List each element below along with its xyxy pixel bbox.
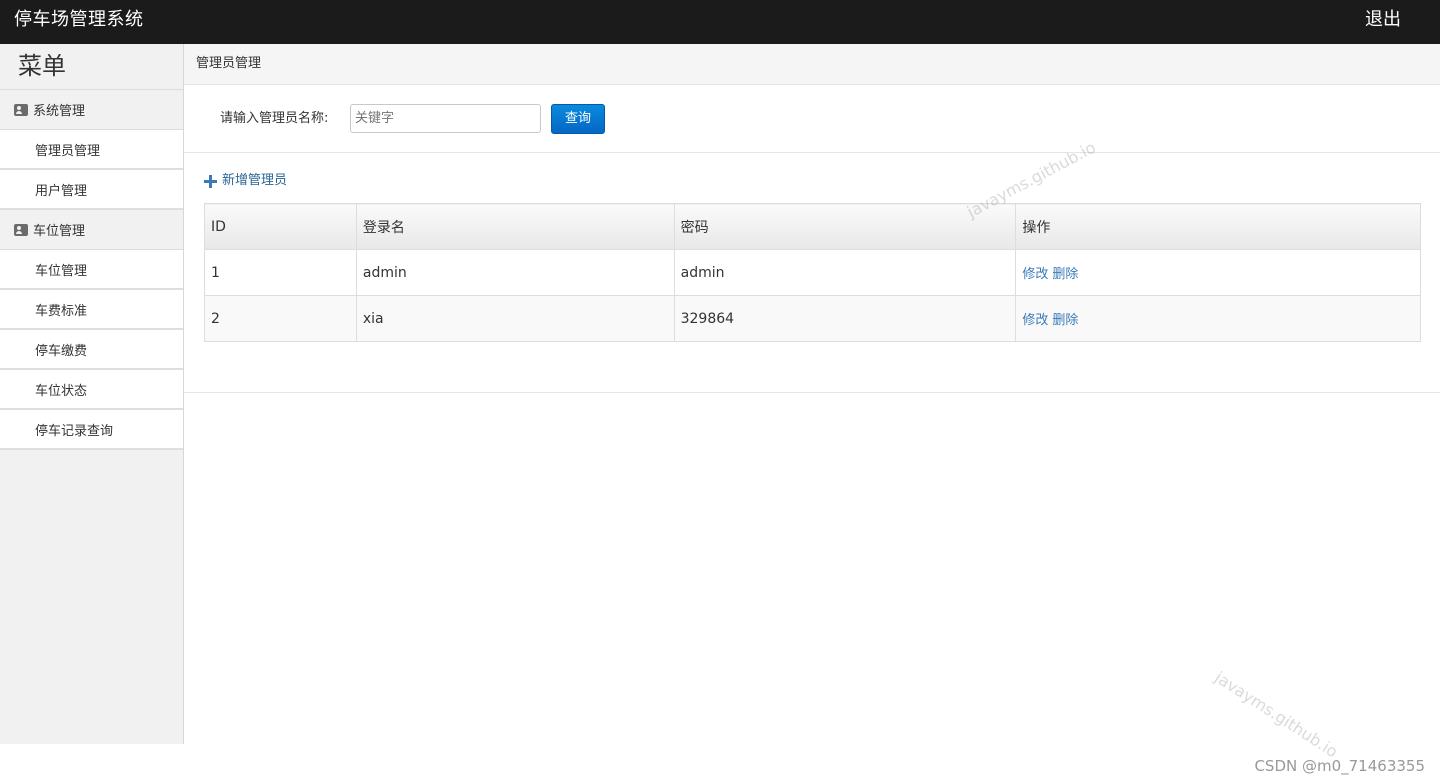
user-card-icon	[14, 103, 28, 116]
sidebar-item-parking-payment[interactable]: 停车缴费	[0, 330, 183, 370]
sidebar-group-label: 车位管理	[33, 224, 86, 239]
sidebar-menu-title: 菜单	[0, 44, 183, 90]
table-header-row: ID 登录名 密码 操作	[204, 203, 1421, 250]
sidebar-item-user-management[interactable]: 用户管理	[0, 170, 183, 210]
app-title: 停车场管理系统	[14, 9, 144, 30]
cell-password: admin	[673, 249, 1017, 296]
table-row: 2 xia 329864 修改 删除	[204, 295, 1421, 342]
add-admin-link[interactable]: 新增管理员	[204, 171, 287, 191]
search-button[interactable]: 查询	[551, 104, 605, 134]
top-navbar: 停车场管理系统 退出	[0, 0, 1440, 44]
plus-icon	[204, 174, 217, 188]
cell-login: admin	[355, 249, 675, 296]
admin-table: ID 登录名 密码 操作 1 admin admin 修改 删除 2 xia 32…	[204, 203, 1421, 342]
edit-link[interactable]: 修改	[1022, 313, 1048, 328]
column-header-actions: 操作	[1015, 203, 1421, 250]
cell-actions: 修改 删除	[1015, 249, 1421, 296]
column-header-id: ID	[204, 203, 357, 250]
section-divider	[184, 392, 1440, 393]
sidebar-group-label: 系统管理	[33, 104, 86, 119]
admin-name-search-input[interactable]	[350, 104, 541, 133]
column-header-login: 登录名	[355, 203, 675, 250]
search-label: 请输入管理员名称:	[220, 111, 329, 126]
cell-id: 1	[204, 249, 357, 296]
edit-link[interactable]: 修改	[1022, 267, 1048, 282]
cell-login: xia	[355, 295, 675, 342]
table-row: 1 admin admin 修改 删除	[204, 249, 1421, 296]
add-admin-label: 新增管理员	[222, 173, 288, 188]
user-card-icon	[14, 223, 28, 236]
main-content: 管理员管理 请输入管理员名称: 查询 新增管理员 ID 登录名 密码 操作 1	[184, 44, 1440, 744]
cell-actions: 修改 删除	[1015, 295, 1421, 342]
sidebar-item-space-status[interactable]: 车位状态	[0, 370, 183, 410]
sidebar-item-admin-management[interactable]: 管理员管理	[0, 130, 183, 170]
cell-password: 329864	[673, 295, 1017, 342]
sidebar-item-fee-standard[interactable]: 车费标准	[0, 290, 183, 330]
sidebar-group-system[interactable]: 系统管理	[0, 90, 183, 130]
breadcrumb: 管理员管理	[184, 44, 1440, 85]
sidebar-item-parking-records[interactable]: 停车记录查询	[0, 410, 183, 450]
sidebar-item-space-management[interactable]: 车位管理	[0, 250, 183, 290]
logout-link[interactable]: 退出	[1365, 8, 1401, 32]
delete-link[interactable]: 删除	[1052, 313, 1078, 328]
delete-link[interactable]: 删除	[1052, 267, 1078, 282]
cell-id: 2	[204, 295, 357, 342]
column-header-password: 密码	[673, 203, 1017, 250]
sidebar-group-parking[interactable]: 车位管理	[0, 210, 183, 250]
search-bar: 请输入管理员名称: 查询	[184, 85, 1440, 153]
csdn-watermark: CSDN @m0_71463355	[1254, 757, 1425, 775]
sidebar: 菜单 系统管理 管理员管理 用户管理 车位管理 车位管理 车费标准 停车缴费 车…	[0, 44, 184, 744]
